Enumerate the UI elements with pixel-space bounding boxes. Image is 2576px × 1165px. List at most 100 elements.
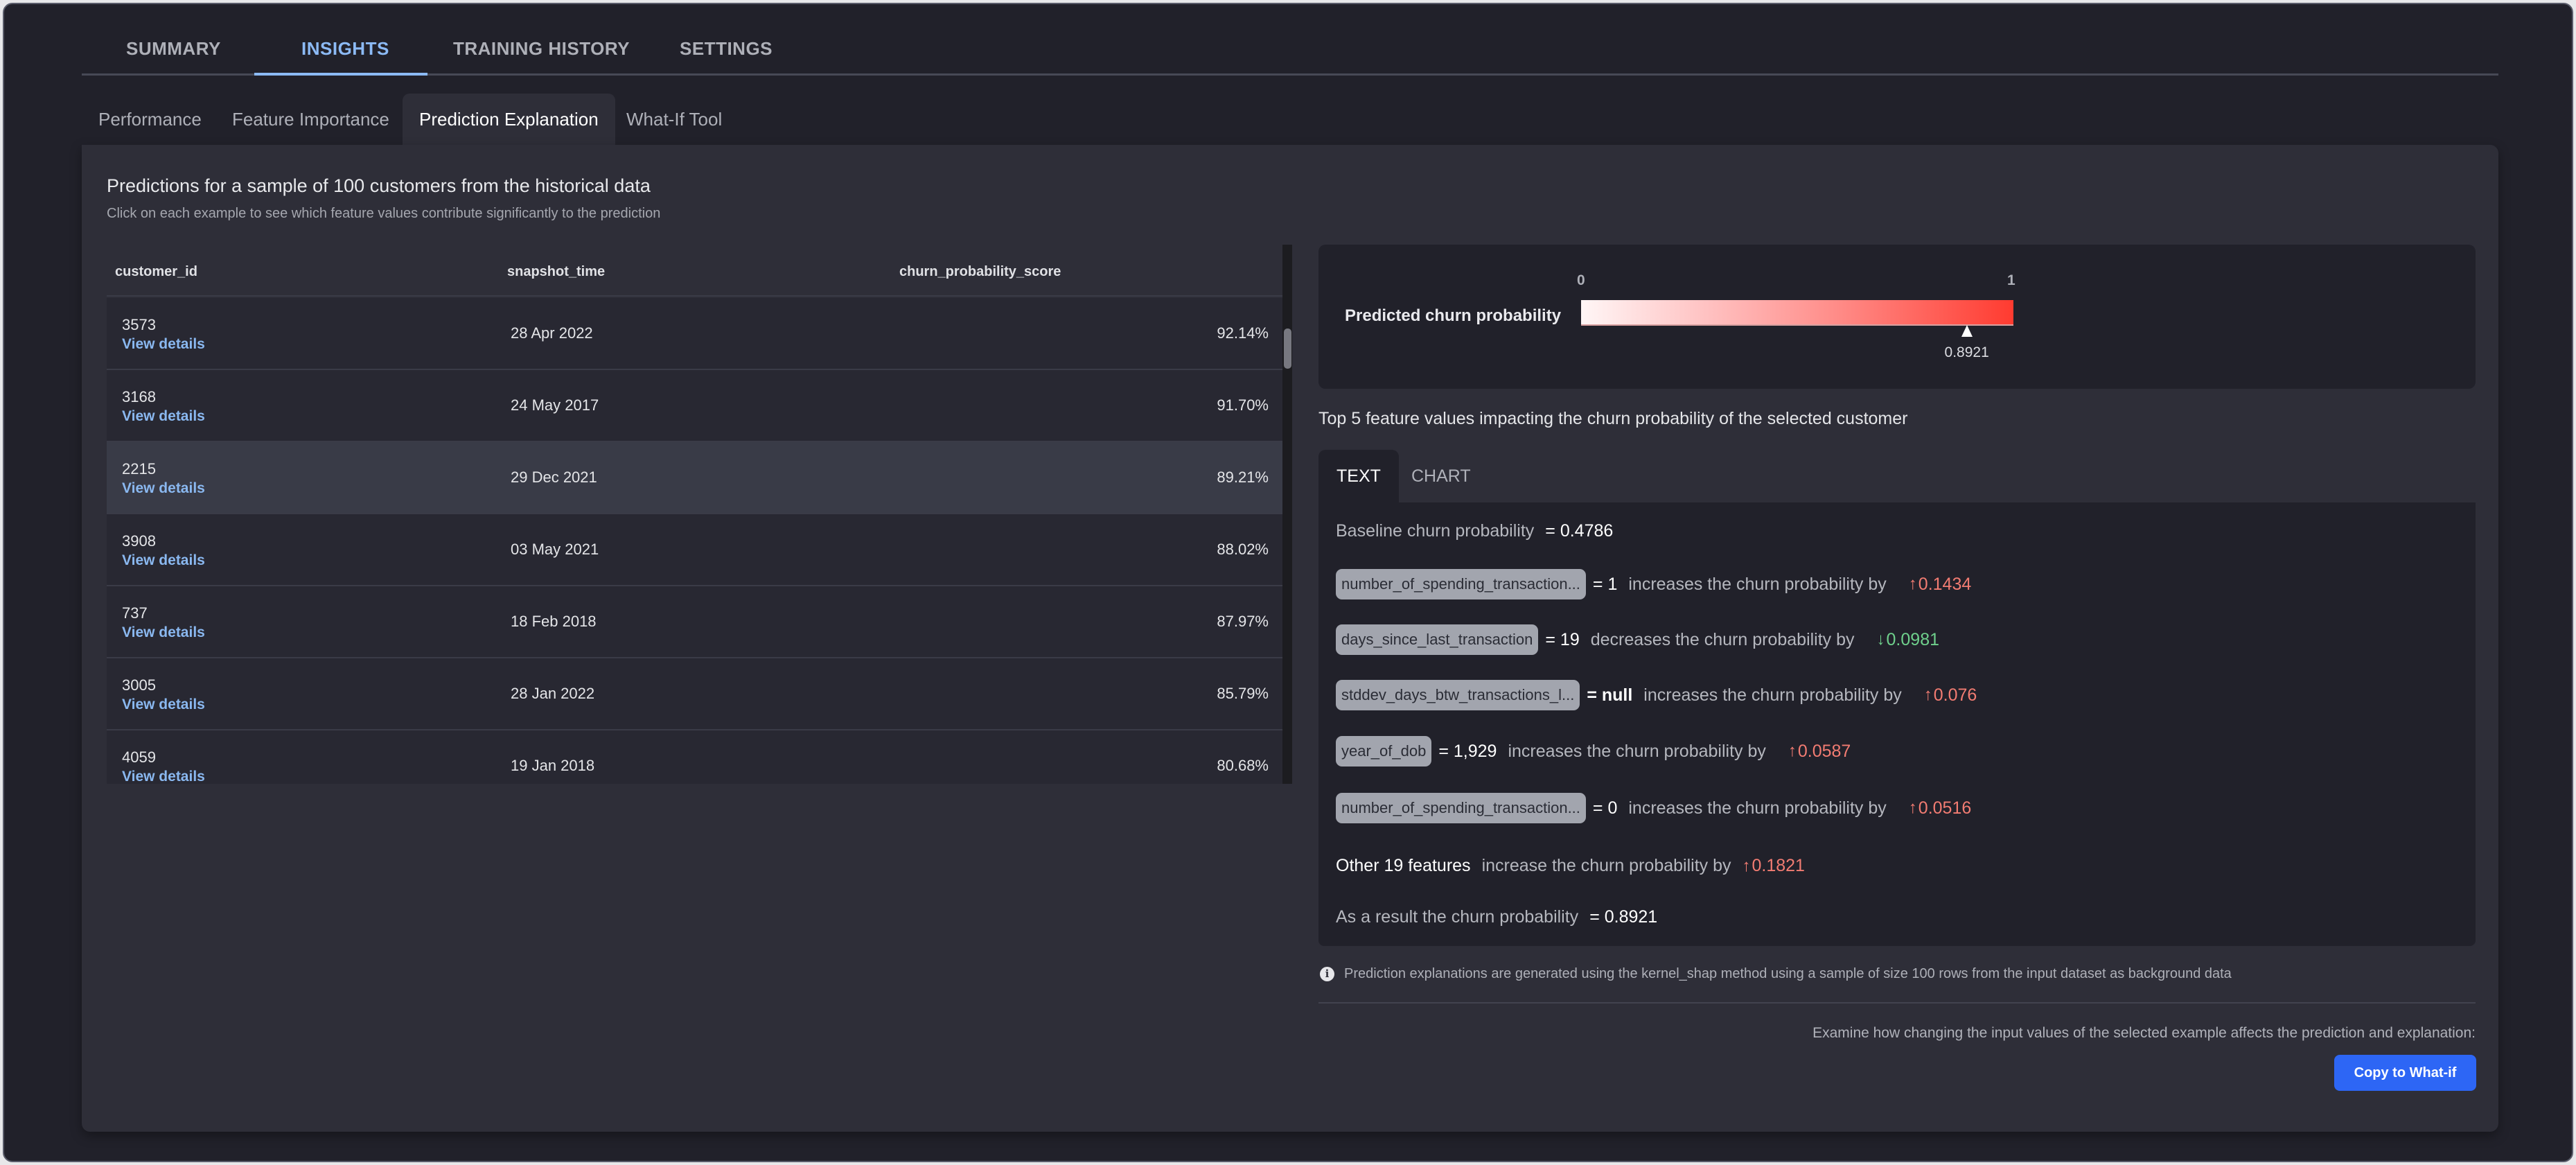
- view-details-link[interactable]: View details: [122, 769, 205, 784]
- subtab-feature-importance[interactable]: Feature Importance: [215, 94, 406, 145]
- customer-id: 3168: [122, 388, 156, 405]
- table-header: customer_id snapshot_time churn_probabil…: [107, 245, 1282, 297]
- predictions-table: customer_id snapshot_time churn_probabil…: [107, 245, 1282, 784]
- snapshot-time: 29 Dec 2021: [511, 468, 597, 486]
- churn-probability-score: 85.79%: [1217, 685, 1269, 702]
- top-features-title: Top 5 feature values impacting the churn…: [1318, 409, 1908, 428]
- view-details-link[interactable]: View details: [122, 336, 205, 353]
- arrow-up-icon: ↑: [1908, 575, 1917, 593]
- other-features-label: Other 19 features: [1336, 856, 1471, 875]
- tab-insights[interactable]: INSIGHTS: [301, 38, 389, 60]
- customer-id: 4059: [122, 748, 156, 766]
- feature-name-pill[interactable]: days_since_last_transaction: [1336, 624, 1539, 655]
- arrow-down-icon: ↓: [1876, 630, 1885, 649]
- feature-effect-text: decreases the churn probability by: [1590, 629, 1855, 649]
- snapshot-time: 28 Apr 2022: [511, 324, 593, 342]
- feature-effect-text: increases the churn probability by: [1643, 685, 1902, 705]
- gauge-gradient-bar: [1581, 300, 2013, 326]
- table-scrollbar-track[interactable]: [1282, 245, 1292, 784]
- feature-contribution-line: days_since_last_transaction = 19 decreases…: [1336, 624, 1939, 655]
- method-note-text: Prediction explanations are generated us…: [1344, 966, 2232, 981]
- feature-value: = 0: [1592, 798, 1618, 818]
- gauge-min-label: 0: [1577, 272, 1585, 288]
- feature-name-pill[interactable]: stddev_days_btw_transactions_l...: [1336, 680, 1580, 710]
- explanation-text-panel: Baseline churn probability = 0.4786 numb…: [1318, 502, 2476, 946]
- other-features-line: Other 19 features increase the churn pro…: [1336, 856, 1805, 876]
- other-features-impact: 0.1821: [1752, 856, 1805, 875]
- arrow-up-icon: ↑: [1908, 798, 1917, 817]
- arrow-up-icon: ↑: [1742, 856, 1751, 875]
- snapshot-time: 03 May 2021: [511, 541, 599, 558]
- feature-name-pill[interactable]: number_of_spending_transaction...: [1336, 793, 1586, 823]
- table-row[interactable]: 3573 View details 28 Apr 2022 92.14%: [107, 298, 1282, 370]
- subtab-prediction-explanation[interactable]: Prediction Explanation: [403, 94, 615, 145]
- examine-text: Examine how changing the input values of…: [1812, 1025, 2476, 1041]
- table-scrollbar-thumb[interactable]: [1284, 329, 1291, 369]
- baseline-line: Baseline churn probability = 0.4786: [1336, 521, 1613, 541]
- feature-effect-text: increases the churn probability by: [1628, 798, 1887, 818]
- churn-probability-score: 88.02%: [1217, 541, 1269, 558]
- snapshot-time: 18 Feb 2018: [511, 613, 597, 630]
- result-line: As a result the churn probability = 0.89…: [1336, 907, 1657, 927]
- column-header-snapshot-time[interactable]: snapshot_time: [507, 264, 605, 280]
- other-features-verb: increase the churn probability by: [1481, 856, 1731, 875]
- tab-summary[interactable]: SUMMARY: [126, 38, 221, 60]
- feature-impact: 0.0516: [1918, 798, 1972, 818]
- churn-probability-score: 89.21%: [1217, 468, 1269, 486]
- arrow-up-icon: ↑: [1788, 742, 1797, 760]
- feature-effect-text: increases the churn probability by: [1508, 741, 1766, 761]
- subtab-what-if-tool[interactable]: What-If Tool: [610, 94, 739, 145]
- feature-effect-text: increases the churn probability by: [1628, 574, 1887, 594]
- gauge-marker-icon: [1961, 325, 1973, 337]
- table-row[interactable]: 3168 View details 24 May 2017 91.70%: [107, 370, 1282, 442]
- churn-probability-score: 87.97%: [1217, 613, 1269, 630]
- baseline-label: Baseline churn probability: [1336, 521, 1535, 541]
- tab-chart[interactable]: CHART: [1393, 450, 1489, 502]
- subtab-performance[interactable]: Performance: [82, 94, 218, 145]
- view-details-link[interactable]: View details: [122, 697, 205, 713]
- customer-id: 737: [122, 604, 148, 622]
- tabs-divider: [82, 73, 2498, 76]
- explanation-method-note: i Prediction explanations are generated …: [1320, 966, 2232, 982]
- table-row[interactable]: 737 View details 18 Feb 2018 87.97%: [107, 586, 1282, 658]
- feature-impact: 0.1434: [1918, 574, 1972, 594]
- snapshot-time: 19 Jan 2018: [511, 757, 595, 774]
- view-details-link[interactable]: View details: [122, 624, 205, 641]
- info-icon: i: [1320, 967, 1334, 981]
- table-row[interactable]: 3005 View details 28 Jan 2022 85.79%: [107, 658, 1282, 730]
- feature-contribution-line: number_of_spending_transaction... = 1 incr…: [1336, 569, 1971, 599]
- feature-contribution-line: number_of_spending_transaction... = 0 incr…: [1336, 793, 1971, 823]
- feature-value: = null: [1587, 685, 1633, 705]
- copy-to-what-if-button[interactable]: Copy to What-if: [2334, 1055, 2476, 1091]
- customer-id: 3005: [122, 676, 156, 694]
- feature-value: = 1,929: [1438, 741, 1497, 761]
- view-details-link[interactable]: View details: [122, 408, 205, 425]
- feature-contribution-line: year_of_dob = 1,929 increases the churn pr…: [1336, 736, 1851, 767]
- predicted-churn-gauge: Predicted churn probability 0 1 0.8921: [1318, 245, 2476, 389]
- tab-settings[interactable]: SETTINGS: [680, 38, 773, 60]
- feature-name-pill[interactable]: number_of_spending_transaction...: [1336, 569, 1586, 599]
- feature-value: = 19: [1545, 629, 1580, 649]
- footer-divider: [1318, 1002, 2476, 1004]
- tab-text[interactable]: TEXT: [1318, 450, 1399, 502]
- gauge-max-label: 1: [2007, 272, 2015, 288]
- table-row[interactable]: 3908 View details 03 May 2021 88.02%: [107, 514, 1282, 586]
- feature-contribution-line: stddev_days_btw_transactions_l... = null i…: [1336, 680, 1977, 710]
- active-tab-indicator: [254, 73, 427, 76]
- column-header-customer-id[interactable]: customer_id: [115, 264, 197, 280]
- feature-impact: 0.0981: [1886, 629, 1939, 649]
- feature-value: = 1: [1592, 574, 1618, 594]
- panel-title: Predictions for a sample of 100 customer…: [107, 175, 651, 196]
- view-details-link[interactable]: View details: [122, 552, 205, 569]
- churn-probability-score: 80.68%: [1217, 757, 1269, 774]
- column-header-churn-probability-score[interactable]: churn_probability_score: [899, 264, 1061, 280]
- table-row[interactable]: 2215 View details 29 Dec 2021 89.21%: [107, 442, 1282, 514]
- table-row[interactable]: 4059 View details 19 Jan 2018 80.68%: [107, 730, 1282, 784]
- result-value: = 0.8921: [1589, 907, 1658, 927]
- arrow-up-icon: ↑: [1923, 685, 1932, 704]
- gauge-value: 0.8921: [1944, 344, 1989, 360]
- customer-id: 3573: [122, 316, 156, 333]
- tab-training-history[interactable]: TRAINING HISTORY: [453, 38, 630, 60]
- view-details-link[interactable]: View details: [122, 480, 205, 497]
- feature-name-pill[interactable]: year_of_dob: [1336, 736, 1432, 767]
